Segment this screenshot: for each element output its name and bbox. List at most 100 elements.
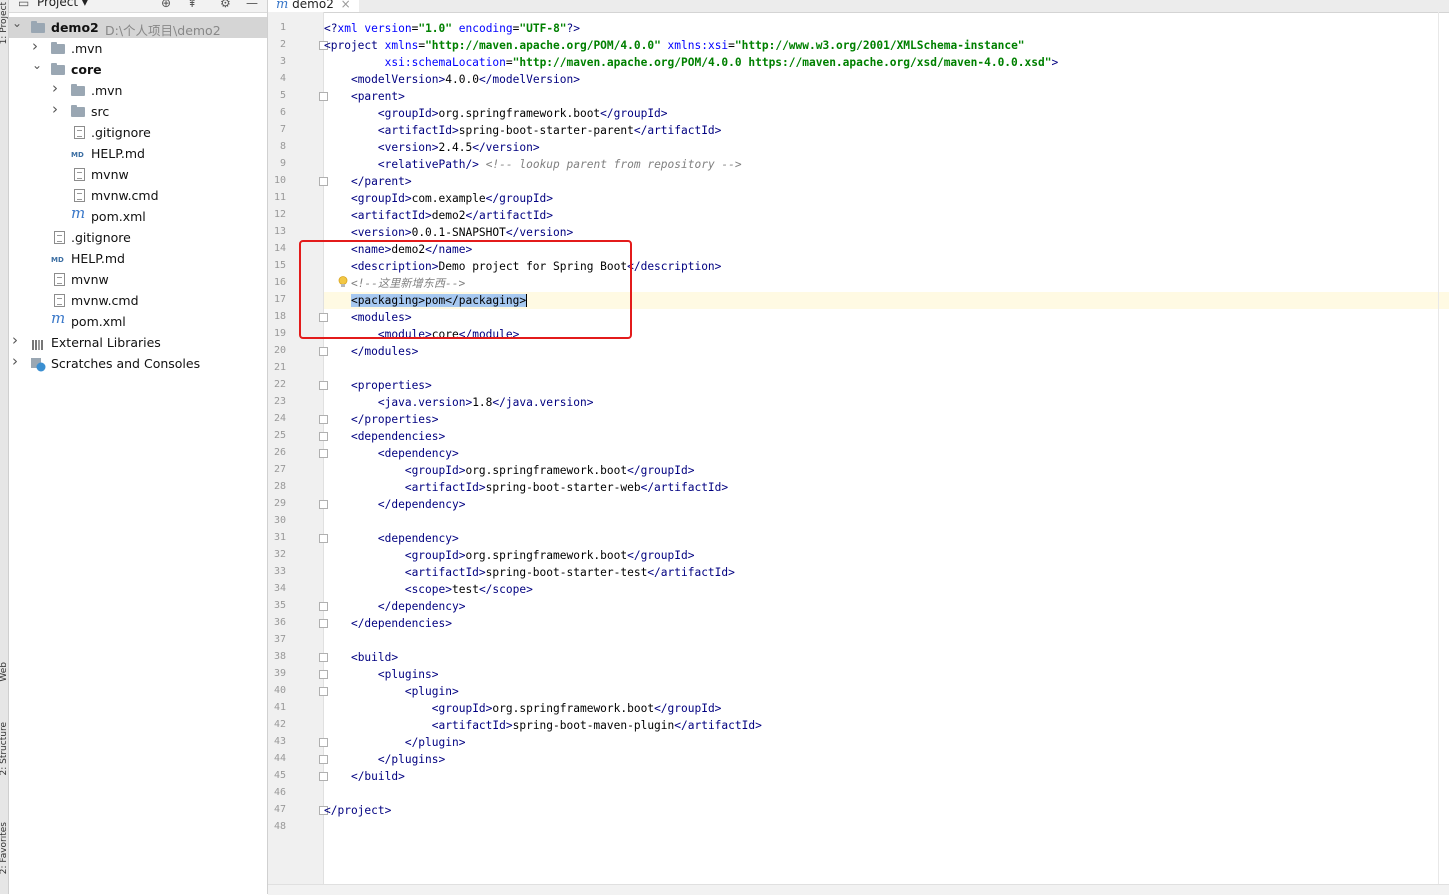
gear-icon[interactable]: ⚙ — [220, 0, 231, 10]
code-line: <artifactId>spring-boot-starter-test</ar… — [324, 564, 1449, 581]
xml-tag: <groupId> — [404, 464, 466, 477]
line-number: 3 — [279, 56, 286, 67]
collapse-all-icon[interactable]: ⇞ — [187, 0, 197, 10]
xml-tag: <groupId> — [404, 549, 466, 562]
xml-tag: <dependency> — [377, 447, 459, 460]
xml-attribute: xml version — [337, 22, 412, 35]
line-number: 32 — [273, 549, 286, 560]
xml-value: "1.0" — [418, 22, 453, 35]
xml-value: "http://maven.apache.org/POM/4.0.0" — [425, 39, 661, 52]
code-line: <artifactId>spring-boot-starter-web</art… — [324, 479, 1449, 496]
libraries-icon — [31, 336, 45, 350]
tool-tab-structure[interactable]: 2: Structure — [0, 722, 9, 776]
code-line: <properties> — [324, 377, 1449, 394]
chevron-down-icon[interactable]: ⌄ — [12, 17, 22, 29]
tool-tab-project[interactable]: 1: Project — [0, 2, 9, 44]
line-number: 45 — [273, 770, 286, 781]
line-number: 15 — [273, 260, 286, 271]
code-line: <build> — [324, 649, 1449, 666]
code-line: <version>0.0.1-SNAPSHOT</version> — [324, 224, 1449, 241]
code-line: <artifactId>demo2</artifactId> — [324, 207, 1449, 224]
chevron-right-icon[interactable]: › — [32, 39, 42, 54]
close-icon[interactable]: × — [341, 0, 351, 11]
xml-tag: <scope> — [404, 583, 452, 596]
editor-tab-demo2[interactable]: m demo2 × — [268, 0, 359, 12]
tree-item[interactable]: ⌄ core — [9, 59, 267, 80]
editor-area: m demo2 × 1 2 3 4 5 6 7 8 9 10 11 12 13 14 15 16 17 18 19 2… — [268, 0, 1449, 894]
line-number: 4 — [279, 73, 286, 84]
xml-tag: <artifactId> — [350, 209, 432, 222]
horizontal-scrollbar[interactable] — [268, 884, 1449, 895]
chevron-right-icon[interactable]: › — [52, 81, 62, 96]
chevron-right-icon[interactable]: › — [12, 333, 22, 348]
xml-tag: <dependencies> — [350, 430, 446, 443]
code-text: org.springframework.boot — [465, 464, 628, 477]
tree-item[interactable]: m pom.xml — [9, 311, 267, 332]
line-number: 9 — [279, 158, 286, 169]
left-tool-strip: 1: Project Web 2: Structure 2: Favorites — [0, 0, 9, 894]
xml-tag: </groupId> — [627, 464, 695, 477]
chevron-right-icon[interactable]: › — [52, 102, 62, 117]
tree-item[interactable]: › Scratches and Consoles — [9, 353, 267, 374]
tree-item[interactable]: › src — [9, 101, 267, 122]
tree-item-label: pom.xml — [91, 209, 146, 224]
code-line: </project> — [324, 802, 1449, 819]
line-number: 8 — [279, 141, 286, 152]
tree-item[interactable]: .gitignore — [9, 227, 267, 248]
tree-item[interactable]: mvnw.cmd — [9, 185, 267, 206]
tree-item[interactable]: ⌄ demo2 D:\个人项目\demo2 — [9, 17, 267, 38]
locate-icon[interactable]: ⊕ — [161, 0, 171, 10]
tree-item[interactable]: .gitignore — [9, 122, 267, 143]
project-view-selector[interactable]: Project ▾ — [37, 0, 88, 9]
project-view-label: Project — [37, 0, 79, 9]
xml-tag: </project> — [324, 804, 392, 817]
tree-item[interactable]: › .mvn — [9, 38, 267, 59]
tree-item[interactable]: mvnw — [9, 269, 267, 290]
tree-item[interactable]: m pom.xml — [9, 206, 267, 227]
line-number: 24 — [273, 413, 286, 424]
code-editor[interactable]: <?xml version="1.0" encoding="UTF-8"?> <p… — [324, 12, 1449, 884]
xml-tag: <build> — [350, 651, 399, 664]
tree-item[interactable]: › .mvn — [9, 80, 267, 101]
code-line: </dependency> — [324, 496, 1449, 513]
tree-item-label: mvnw.cmd — [71, 293, 139, 308]
tree-item[interactable]: mvnw.cmd — [9, 290, 267, 311]
maven-file-icon: m — [71, 204, 86, 222]
chevron-down-icon[interactable]: ⌄ — [32, 59, 42, 71]
tree-item[interactable]: › External Libraries — [9, 332, 267, 353]
tree-item[interactable]: MD HELP.md — [9, 143, 267, 164]
code-text: spring-boot-maven-plugin — [512, 719, 675, 732]
code-line: <version>2.4.5</version> — [324, 139, 1449, 156]
line-number: 37 — [273, 634, 286, 645]
line-number: 31 — [273, 532, 286, 543]
tree-item[interactable]: mvnw — [9, 164, 267, 185]
tree-item-label: mvnw — [91, 167, 129, 182]
tool-tab-favorites[interactable]: 2: Favorites — [0, 822, 9, 874]
xml-tag: <? — [324, 22, 338, 35]
folder-icon — [31, 21, 45, 33]
code-line: <dependencies> — [324, 428, 1449, 445]
chevron-right-icon[interactable]: › — [12, 354, 22, 369]
tool-tab-web[interactable]: Web — [0, 662, 9, 682]
text-file-icon — [54, 273, 65, 286]
line-number: 10 — [273, 175, 286, 186]
tree-item[interactable]: MD HELP.md — [9, 248, 267, 269]
line-number-gutter: 1 2 3 4 5 6 7 8 9 10 11 12 13 14 15 16 17 18 19 20 21 22 23 24 2… — [268, 12, 328, 894]
code-text: org.springframework.boot — [492, 702, 655, 715]
tree-item-label: HELP.md — [91, 146, 145, 161]
code-line: <scope>test</scope> — [324, 581, 1449, 598]
code-text: org.springframework.boot — [465, 549, 628, 562]
hide-panel-icon[interactable]: — — [246, 0, 258, 10]
xml-tag: <plugin> — [404, 685, 459, 698]
chevron-down-icon[interactable]: ▾ — [82, 0, 88, 9]
text-file-icon — [74, 168, 85, 181]
